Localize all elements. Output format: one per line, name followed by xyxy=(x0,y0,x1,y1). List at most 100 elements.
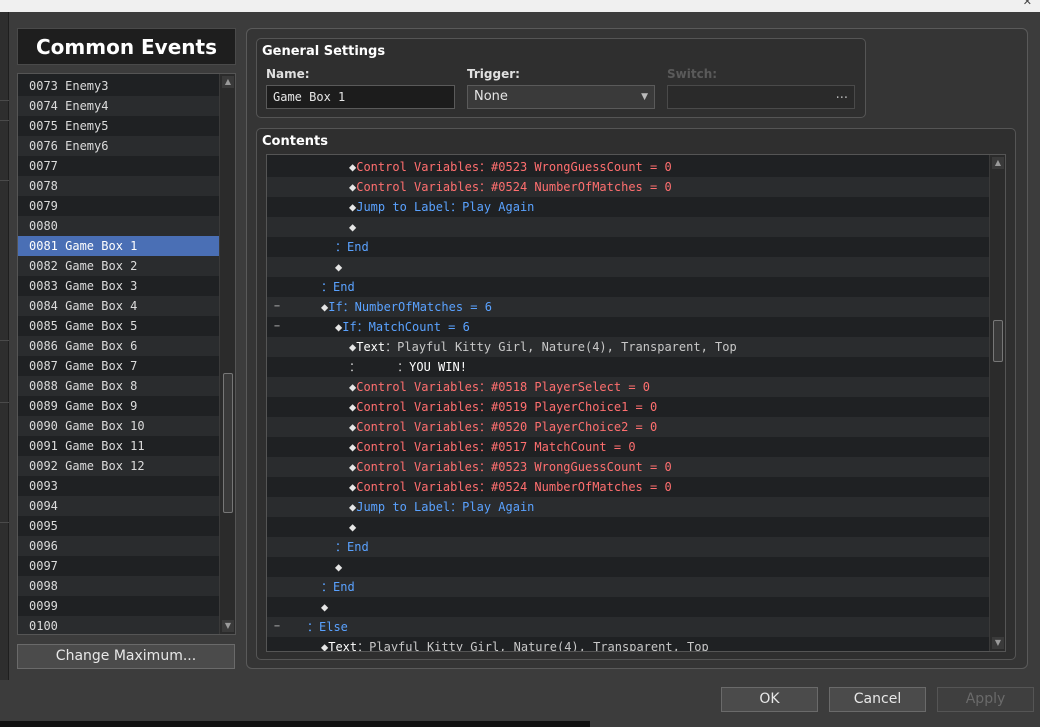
command-row[interactable]: − ◆If：NumberOfMatches = 6 xyxy=(267,297,990,317)
contents-title: Contents xyxy=(262,134,328,149)
event-list-item[interactable]: 0091 Game Box 11 xyxy=(18,436,220,456)
command-row[interactable]: ◆Control Variables：#0524 NumberOfMatches… xyxy=(267,177,990,197)
command-row[interactable]: ◆Jump to Label：Play Again xyxy=(267,497,990,517)
edge-divider xyxy=(0,522,9,523)
event-list-item[interactable]: 0082 Game Box 2 xyxy=(18,256,220,276)
window-close-icon[interactable]: ✕ xyxy=(1023,0,1032,8)
command-row[interactable]: ◆ xyxy=(267,217,990,237)
event-list-item[interactable]: 0078 xyxy=(18,176,220,196)
event-list-scrollbar[interactable]: ▲ ▼ xyxy=(219,74,235,634)
event-list-item[interactable]: 0079 xyxy=(18,196,220,216)
event-list-item[interactable]: 0094 xyxy=(18,496,220,516)
event-list-item[interactable]: 0087 Game Box 7 xyxy=(18,356,220,376)
command-segment: Text xyxy=(356,340,386,354)
flow-command-segment: Jump to Label：Play Again xyxy=(356,200,535,214)
command-row[interactable]: ◆Text：Playful Kitty Girl, Nature(4), Tra… xyxy=(267,637,990,651)
event-list-item[interactable]: 0089 Game Box 9 xyxy=(18,396,220,416)
scroll-up-arrow-icon[interactable]: ▲ xyxy=(992,157,1004,169)
command-row[interactable]: ◆ xyxy=(267,597,990,617)
command-row[interactable]: ： ：YOU WIN! xyxy=(267,357,990,377)
event-list-item[interactable]: 0088 Game Box 8 xyxy=(18,376,220,396)
scroll-down-arrow-icon[interactable]: ▼ xyxy=(222,620,234,632)
command-row[interactable]: − ：Else xyxy=(267,617,990,637)
command-row[interactable]: ：End xyxy=(267,537,990,557)
event-list-item[interactable]: 0097 xyxy=(18,556,220,576)
flow-command-segment: ：End xyxy=(321,280,355,294)
event-list-item[interactable]: 0093 xyxy=(18,476,220,496)
event-list-item[interactable]: 0075 Enemy5 xyxy=(18,116,220,136)
command-segment: ◆ xyxy=(321,600,329,614)
trigger-select[interactable]: None ▼ xyxy=(467,85,655,109)
event-list-item[interactable]: 0081 Game Box 1 xyxy=(18,236,220,256)
edge-divider xyxy=(0,180,9,181)
cancel-button[interactable]: Cancel xyxy=(829,687,926,712)
event-list-item[interactable]: 0080 xyxy=(18,216,220,236)
event-list-item[interactable]: 0083 Game Box 3 xyxy=(18,276,220,296)
event-list-item[interactable]: 0074 Enemy4 xyxy=(18,96,220,116)
event-list[interactable]: 0073 Enemy3 0074 Enemy4 0075 Enemy5 0076 En… xyxy=(17,73,236,635)
apply-button[interactable]: Apply xyxy=(937,687,1034,712)
flow-command-segment: ：End xyxy=(321,580,355,594)
command-text: ◆ xyxy=(335,257,342,277)
command-text: ：End xyxy=(335,237,369,257)
event-list-item[interactable]: 0076 Enemy6 xyxy=(18,136,220,156)
switch-label: Switch: xyxy=(667,67,718,81)
switch-browse-button: ... xyxy=(835,87,848,102)
switch-field: ... xyxy=(667,85,855,109)
command-segment: ： ： xyxy=(349,360,410,374)
event-list-item[interactable]: 0085 Game Box 5 xyxy=(18,316,220,336)
control-variables-segment: Control Variables：#0519 PlayerChoice1 = … xyxy=(356,400,658,414)
command-row[interactable]: ◆Control Variables：#0523 WrongGuessCount… xyxy=(267,157,990,177)
change-maximum-button[interactable]: Change Maximum... xyxy=(17,644,235,669)
event-list-item[interactable]: 0086 Game Box 6 xyxy=(18,336,220,356)
event-list-item[interactable]: 0084 Game Box 4 xyxy=(18,296,220,316)
flow-command-segment: ：End xyxy=(335,540,369,554)
command-row[interactable]: ◆Jump to Label：Play Again xyxy=(267,197,990,217)
contents-scrollbar[interactable]: ▲ ▼ xyxy=(989,155,1005,651)
command-row[interactable]: ◆Control Variables：#0517 MatchCount = 0 xyxy=(267,437,990,457)
command-row[interactable]: ◆Control Variables：#0519 PlayerChoice1 =… xyxy=(267,397,990,417)
command-text: ◆Text：Playful Kitty Girl, Nature(4), Tra… xyxy=(349,337,737,357)
command-row[interactable]: ：End xyxy=(267,237,990,257)
collapse-toggle-icon[interactable]: − xyxy=(274,617,280,637)
command-text: ◆ xyxy=(321,597,328,617)
event-list-item[interactable]: 0098 xyxy=(18,576,220,596)
command-row[interactable]: ◆Control Variables：#0524 NumberOfMatches… xyxy=(267,477,990,497)
command-row[interactable]: ◆Control Variables：#0520 PlayerChoice2 =… xyxy=(267,417,990,437)
command-row[interactable]: ：End xyxy=(267,577,990,597)
command-segment: YOU WIN! xyxy=(409,360,467,374)
event-list-item[interactable]: 0090 Game Box 10 xyxy=(18,416,220,436)
command-row[interactable]: ◆ xyxy=(267,257,990,277)
name-field-value: Game Box 1 xyxy=(273,90,346,104)
name-field[interactable]: Game Box 1 xyxy=(266,85,455,109)
event-command-list[interactable]: ◆ Control Variables：#0523 WrongGuessCount… xyxy=(266,154,1006,652)
control-variables-segment: Control Variables：#0524 NumberOfMatches … xyxy=(356,480,672,494)
command-row[interactable]: ：End xyxy=(267,277,990,297)
event-list-item[interactable]: 0100 xyxy=(18,616,220,634)
command-row[interactable]: ◆ xyxy=(267,557,990,577)
collapse-toggle-icon[interactable]: − xyxy=(274,297,280,317)
command-row[interactable]: ◆ xyxy=(267,517,990,537)
command-row[interactable]: − ◆If：MatchCount = 6 xyxy=(267,317,990,337)
event-list-item[interactable]: 0092 Game Box 12 xyxy=(18,456,220,476)
command-row[interactable]: ◆Control Variables：#0523 WrongGuessCount… xyxy=(267,457,990,477)
edge-divider xyxy=(0,340,9,341)
event-list-item[interactable]: 0096 xyxy=(18,536,220,556)
event-list-item[interactable]: 0077 xyxy=(18,156,220,176)
event-list-item[interactable]: 0099 xyxy=(18,596,220,616)
scroll-up-arrow-icon[interactable]: ▲ xyxy=(222,76,234,88)
command-text: ◆Control Variables：#0523 WrongGuessCount… xyxy=(349,457,672,477)
event-list-scroll-thumb[interactable] xyxy=(223,373,233,514)
event-list-item[interactable]: 0073 Enemy3 xyxy=(18,76,220,96)
control-variables-segment: Control Variables：#0524 NumberOfMatches … xyxy=(356,180,672,194)
contents-scroll-thumb[interactable] xyxy=(993,319,1003,362)
command-text: ◆Control Variables：#0519 PlayerChoice1 =… xyxy=(349,397,657,417)
command-row[interactable]: ◆Control Variables：#0518 PlayerSelect = … xyxy=(267,377,990,397)
control-variables-segment: Control Variables：#0523 WrongGuessCount … xyxy=(356,460,672,474)
command-text: ◆Control Variables：#0524 NumberOfMatches… xyxy=(349,177,672,197)
scroll-down-arrow-icon[interactable]: ▼ xyxy=(992,637,1004,649)
collapse-toggle-icon[interactable]: − xyxy=(274,317,280,337)
ok-button[interactable]: OK xyxy=(721,687,818,712)
command-row[interactable]: ◆Text：Playful Kitty Girl, Nature(4), Tra… xyxy=(267,337,990,357)
event-list-item[interactable]: 0095 xyxy=(18,516,220,536)
